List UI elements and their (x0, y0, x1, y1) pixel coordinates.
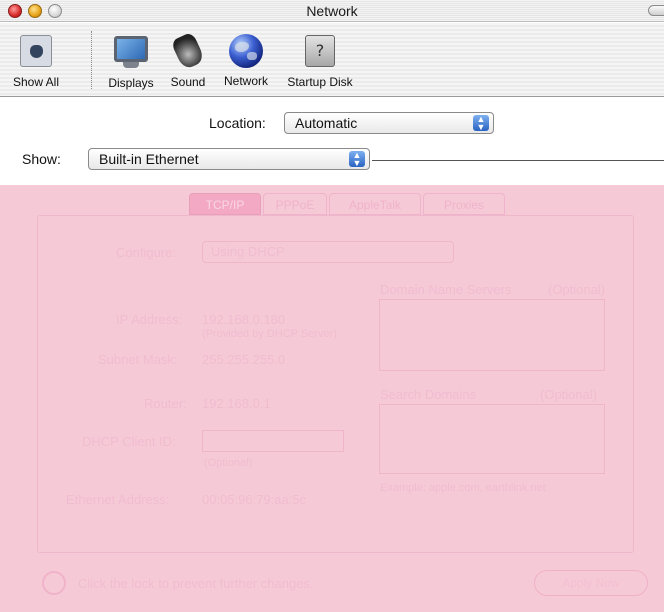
ip-address-value: 192.168.0.180 (202, 312, 286, 327)
apply-now-label: Apply Now (562, 576, 620, 590)
divider-line (372, 160, 664, 161)
toolbar: Show All Displays Sound Network ? Startu… (0, 23, 664, 97)
lock-text: Click the lock to prevent further change… (78, 576, 314, 591)
dhcp-client-id-field[interactable] (202, 430, 344, 452)
toolbar-item-label: Displays (108, 76, 154, 90)
toolbar-item-sound[interactable]: Sound (166, 31, 210, 89)
toolbar-item-label: Network (223, 74, 268, 88)
toolbar-item-label: Sound (170, 75, 206, 89)
toolbar-item-label: Startup Disk (287, 75, 353, 89)
tab-pppoe[interactable]: PPPoE (263, 193, 327, 215)
title-bar: Network (0, 0, 664, 22)
window-title: Network (306, 3, 358, 19)
lock-icon[interactable] (42, 571, 66, 595)
router-label: Router: (144, 396, 187, 411)
toolbar-item-label: Show All (12, 75, 60, 89)
configure-value: Using DHCP (211, 244, 285, 259)
toolbar-separator (91, 31, 92, 89)
toolbar-item-network[interactable]: Network (217, 33, 275, 88)
search-domains-optional: (Optional) (540, 387, 598, 402)
router-value: 192.168.0.1 (202, 396, 271, 411)
tab-label: PPPoE (275, 198, 315, 212)
subnet-mask-value: 255.255.255.0 (202, 352, 286, 367)
configure-popup[interactable]: Using DHCP (202, 241, 454, 263)
show-label: Show: (22, 151, 61, 167)
apply-now-button[interactable]: Apply Now (534, 570, 648, 596)
search-example: Example: apple.com, earthlink.net (380, 482, 546, 494)
tab-proxies[interactable]: Proxies (423, 193, 505, 215)
tab-label: Proxies (443, 198, 484, 212)
display-icon (111, 36, 151, 72)
search-domains-field[interactable] (379, 404, 605, 474)
ethernet-address-value: 00:05:96:79:aa:5c (202, 492, 307, 507)
tab-tcpip[interactable]: TCP/IP (189, 193, 261, 215)
show-all-icon (16, 35, 56, 71)
dns-optional: (Optional) (548, 282, 606, 297)
toolbar-toggle-button[interactable] (648, 5, 664, 16)
ip-address-label: IP Address: (116, 312, 183, 327)
location-popup[interactable]: Automatic ▲ ▼ (284, 112, 494, 134)
speaker-icon (168, 31, 208, 71)
dhcp-client-id-label: DHCP Client ID: (82, 434, 176, 449)
ethernet-address-label: Ethernet Address: (66, 492, 170, 507)
startup-disk-icon: ? (300, 35, 340, 71)
location-value: Automatic (295, 115, 358, 131)
toolbar-item-startup-disk[interactable]: ? Startup Disk (281, 33, 359, 89)
configure-label: Configure: (116, 245, 176, 260)
search-domains-label: Search Domains (380, 387, 477, 402)
popup-arrows-icon: ▲ ▼ (349, 151, 365, 168)
dhcp-client-id-note: (Optional) (204, 457, 253, 469)
subnet-mask-label: Subnet Mask: (98, 352, 178, 367)
show-popup[interactable]: Built-in Ethernet ▲ ▼ (88, 148, 370, 170)
tab-appletalk[interactable]: AppleTalk (329, 193, 421, 215)
toolbar-item-displays[interactable]: Displays (104, 33, 158, 90)
tab-label: AppleTalk (348, 198, 402, 212)
globe-icon (226, 34, 266, 70)
dns-servers-field[interactable] (379, 299, 605, 371)
location-label: Location: (209, 115, 266, 131)
dns-label: Domain Name Servers (380, 282, 512, 297)
tab-label: TCP/IP (205, 198, 245, 212)
popup-arrows-icon: ▲ ▼ (473, 115, 489, 132)
toolbar-item-show-all[interactable]: Show All (6, 33, 66, 89)
show-value: Built-in Ethernet (99, 151, 199, 167)
ip-address-note: (Provided by DHCP Server) (202, 328, 337, 340)
